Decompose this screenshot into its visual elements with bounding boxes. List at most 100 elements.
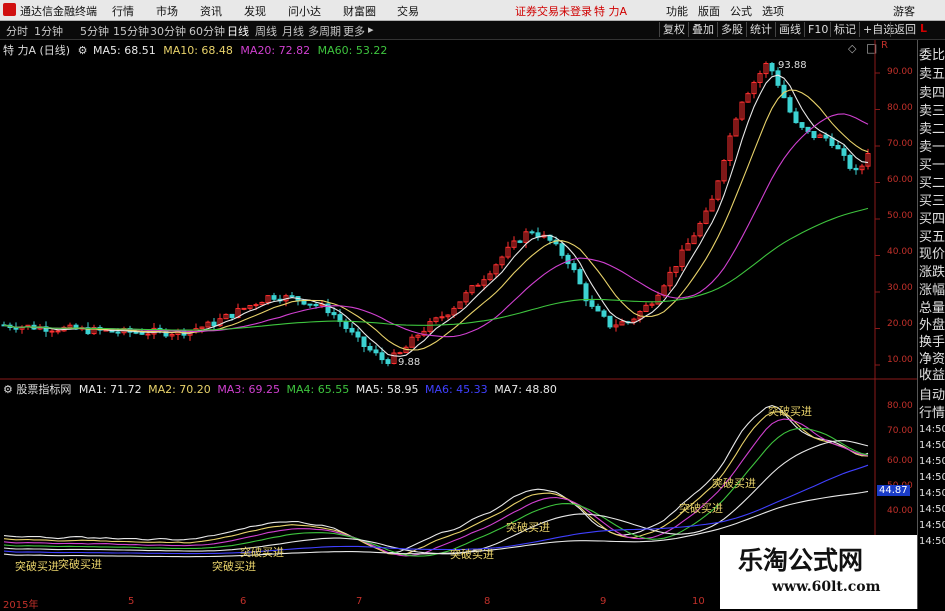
login-warning[interactable]: 证券交易未登录	[515, 3, 592, 19]
overlay-button[interactable]: 叠加	[688, 22, 717, 37]
menu-wealth[interactable]: 财富圈	[343, 3, 376, 19]
candle-body	[133, 331, 139, 334]
menu-layout[interactable]: 版面	[698, 3, 720, 19]
period-monthly[interactable]: 月线	[282, 23, 304, 39]
candle-body	[337, 314, 343, 323]
candle-body	[355, 331, 361, 338]
tick-time: 14:50	[919, 472, 945, 483]
main-axis-ticks	[875, 72, 880, 366]
sub-axis-label: 80.00	[887, 401, 913, 411]
quote-label: 买三	[919, 194, 945, 209]
statistics-button[interactable]: 统计	[746, 22, 775, 37]
main-axis-label: 10.00	[887, 355, 913, 365]
candle-body	[241, 307, 247, 310]
candlestick-chart[interactable]	[0, 40, 917, 380]
candle-body	[589, 300, 595, 307]
high-price-label: 93.88	[778, 60, 807, 71]
quote-label: 买二	[919, 176, 945, 191]
breakout-signal-label: 突破买进	[768, 405, 812, 418]
candle-body	[361, 336, 367, 347]
menu-market-quotes[interactable]: 行情	[112, 3, 134, 19]
period-weekly[interactable]: 周线	[255, 23, 277, 39]
candle-body	[49, 330, 55, 333]
period-5min[interactable]: 5分钟	[80, 23, 109, 39]
sub-axis-label: 60.00	[887, 456, 913, 466]
breakout-signal-label: 突破买进	[15, 560, 59, 573]
period-multi[interactable]: 多周期	[308, 23, 341, 39]
candle-body	[787, 97, 793, 113]
menu-market[interactable]: 市场	[156, 3, 178, 19]
candle-body	[313, 304, 319, 307]
period-1min[interactable]: 1分钟	[34, 23, 63, 39]
more-arrow-icon[interactable]: ▸	[368, 23, 374, 36]
guest-label[interactable]: 游客	[893, 3, 915, 19]
candle-body	[775, 70, 781, 86]
candle-body	[379, 352, 385, 361]
quote-label: 卖五	[919, 67, 945, 82]
sub-axis-label: 40.00	[887, 506, 913, 516]
adjust-button[interactable]: 复权	[659, 22, 688, 37]
candle-body	[577, 269, 583, 285]
date-axis-label: 9	[600, 596, 607, 607]
menu-formula[interactable]: 公式	[730, 3, 752, 19]
period-more[interactable]: 更多	[343, 23, 365, 39]
candle-body	[853, 167, 859, 171]
candle-body	[607, 315, 613, 328]
candles-group	[1, 61, 871, 367]
candle-body	[373, 349, 379, 354]
candle-body	[841, 148, 847, 156]
candle-body	[823, 134, 829, 139]
quote-label: 涨跌	[919, 265, 945, 280]
back-button[interactable]: 返回	[890, 22, 919, 37]
menu-trade[interactable]: 交易	[397, 3, 419, 19]
menu-discover[interactable]: 发现	[244, 3, 266, 19]
menu-news[interactable]: 资讯	[200, 3, 222, 19]
period-30min[interactable]: 30分钟	[150, 23, 186, 39]
candle-body	[799, 122, 805, 128]
tick-time: 14:50	[919, 488, 945, 499]
candle-body	[559, 243, 565, 256]
menu-function[interactable]: 功能	[666, 3, 688, 19]
quote-label: 卖二	[919, 122, 945, 137]
menu-options[interactable]: 选项	[762, 3, 784, 19]
candle-body	[847, 154, 853, 169]
menu-ask[interactable]: 问小达	[288, 3, 321, 19]
period-timeshare[interactable]: 分时	[6, 23, 28, 39]
multi-stock-button[interactable]: 多股	[717, 22, 746, 37]
current-stock-name: 特 力A	[594, 5, 628, 18]
date-axis-label: 5	[128, 596, 135, 607]
date-axis-label: 8	[484, 596, 491, 607]
candle-body	[331, 312, 337, 316]
app-title: 通达信金融终端	[20, 5, 97, 18]
main-axis-label: 70.00	[887, 139, 913, 149]
draw-line-button[interactable]: 画线	[775, 22, 804, 37]
auto-quote-toggle[interactable]: 自动	[919, 384, 945, 403]
candle-body	[253, 304, 259, 307]
candle-body	[145, 333, 151, 336]
quote-label: 买四	[919, 212, 945, 227]
period-15min[interactable]: 15分钟	[113, 23, 149, 39]
axis-r-label: R	[881, 40, 888, 51]
candle-body	[55, 330, 61, 333]
quote-label: 委比	[919, 48, 945, 63]
candle-body	[343, 321, 349, 329]
auto-quote-toggle-label[interactable]: 行情	[919, 402, 945, 421]
sub-axis-label: 70.00	[887, 426, 913, 436]
period-daily[interactable]: 日线	[227, 23, 249, 39]
tick-time: 14:50	[919, 456, 945, 467]
candle-body	[811, 131, 817, 139]
candle-body	[229, 313, 235, 319]
period-60min[interactable]: 60分钟	[189, 23, 225, 39]
candle-body	[211, 321, 217, 327]
candle-body	[835, 145, 841, 150]
tick-time: 14:50	[919, 520, 945, 531]
f10-button[interactable]: F10	[804, 22, 831, 37]
quote-label: 收益	[919, 368, 945, 383]
mark-button[interactable]: 标记	[830, 22, 859, 37]
ma60-line	[3, 207, 869, 331]
candle-body	[367, 345, 373, 351]
breakout-signal-label: 突破买进	[58, 558, 102, 571]
period-toolbar: 分时 1分钟 5分钟 15分钟 30分钟 60分钟 日线 周线 月线 多周期 更…	[0, 21, 945, 40]
tick-time: 14:50	[919, 504, 945, 515]
candle-body	[115, 331, 121, 334]
